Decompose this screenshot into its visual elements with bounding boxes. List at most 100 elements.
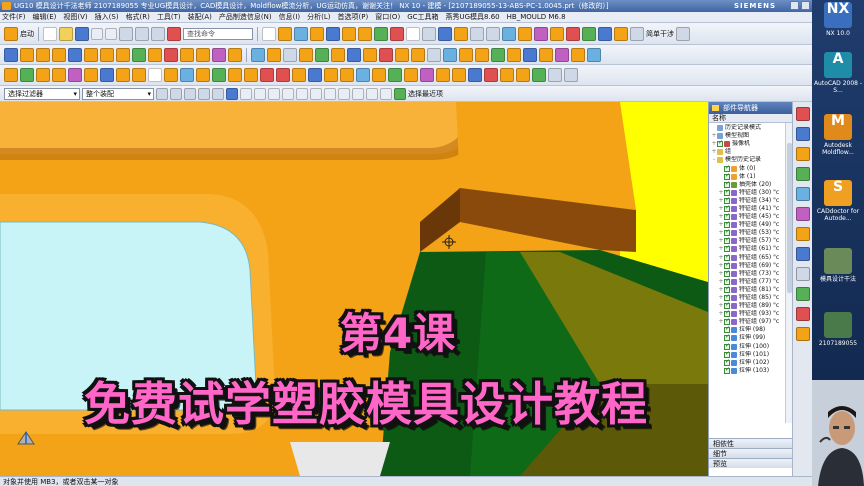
- simple-interference-label[interactable]: 简单干涉: [646, 29, 674, 39]
- datum-plane-icon[interactable]: [326, 26, 340, 41]
- delete-face-icon[interactable]: [347, 47, 361, 62]
- command-search-input[interactable]: 查找命令: [183, 27, 253, 40]
- visibility-checkbox[interactable]: [724, 221, 730, 229]
- trim-body-icon[interactable]: [390, 26, 404, 41]
- system-materials-icon[interactable]: [796, 267, 810, 281]
- visibility-checkbox[interactable]: [724, 254, 730, 261]
- hd3d-tools-icon[interactable]: [796, 307, 810, 321]
- tree-row[interactable]: +特征组 (73) "c: [709, 270, 792, 278]
- cone-icon[interactable]: [36, 47, 50, 62]
- sketch-icon[interactable]: [262, 26, 276, 41]
- grid-display-icon[interactable]: [548, 68, 562, 82]
- cube-red-icon[interactable]: [276, 68, 290, 82]
- grid-icon[interactable]: [486, 26, 500, 41]
- select-all-icon[interactable]: [170, 87, 182, 100]
- paste-icon[interactable]: [151, 26, 165, 41]
- fit-icon[interactable]: [244, 68, 258, 82]
- resize-blend-icon[interactable]: [379, 47, 393, 62]
- right-view-icon[interactable]: [356, 68, 370, 82]
- curve-snap-icon[interactable]: [282, 87, 294, 100]
- standard-parts-icon[interactable]: [614, 26, 628, 41]
- visibility-checkbox[interactable]: [724, 359, 730, 366]
- menu-item-3[interactable]: 插入(S): [95, 12, 119, 22]
- patch-icon[interactable]: [267, 47, 281, 62]
- rotate-icon[interactable]: [228, 68, 242, 82]
- visibility-checkbox[interactable]: [724, 334, 730, 342]
- arc-center-icon[interactable]: [324, 87, 336, 100]
- replace-face-icon[interactable]: [331, 47, 345, 62]
- show-icon[interactable]: [52, 68, 66, 82]
- slot-icon[interactable]: [116, 47, 130, 62]
- menu-item-13[interactable]: 燕秀UG模具8.60: [446, 12, 500, 22]
- isometric-icon[interactable]: [308, 68, 322, 82]
- tree-row[interactable]: + 组: [709, 148, 792, 156]
- face-analysis-icon[interactable]: [484, 68, 498, 82]
- tree-row[interactable]: +特征组 (93) "c: [709, 310, 792, 318]
- constraint-navigator-icon[interactable]: [796, 127, 810, 141]
- minimize-button[interactable]: [790, 1, 799, 10]
- visibility-checkbox[interactable]: [724, 213, 730, 221]
- boss-icon[interactable]: [68, 47, 82, 62]
- front-view-icon[interactable]: [324, 68, 338, 82]
- endpoint-snap-icon[interactable]: [240, 87, 252, 100]
- section-view-icon[interactable]: [164, 68, 178, 82]
- desktop-shortcut[interactable]: 模具设计干法: [812, 248, 864, 283]
- tree-row[interactable]: +特征组 (85) "c: [709, 294, 792, 302]
- object-display-icon[interactable]: [84, 68, 98, 82]
- visibility-checkbox[interactable]: [724, 197, 730, 204]
- split-body-icon[interactable]: [395, 47, 409, 62]
- visibility-checkbox[interactable]: [724, 237, 730, 245]
- translucency-icon[interactable]: [116, 68, 130, 82]
- start-label[interactable]: 启动: [20, 29, 34, 39]
- tree-row[interactable]: + 模型视图: [709, 132, 792, 140]
- tree-row[interactable]: 体 (0): [709, 164, 792, 172]
- visibility-checkbox[interactable]: [724, 181, 730, 188]
- pocket-icon[interactable]: [84, 47, 98, 62]
- menu-item-9[interactable]: 分析(L): [307, 12, 330, 22]
- part-navigator-icon[interactable]: [796, 147, 810, 161]
- wave-link-icon[interactable]: [571, 47, 585, 62]
- trim-sheet-icon[interactable]: [411, 47, 425, 62]
- visibility-checkbox[interactable]: [724, 294, 730, 302]
- point-on-curve-icon[interactable]: [380, 87, 392, 100]
- visibility-checkbox[interactable]: [724, 245, 730, 253]
- edit-feature-icon[interactable]: [4, 68, 18, 82]
- desktop-shortcut[interactable]: S CADdoctor for Autode...: [812, 180, 864, 222]
- trimetric-icon[interactable]: [292, 68, 306, 82]
- desktop-shortcut[interactable]: A AutoCAD 2008 - S...: [812, 52, 864, 94]
- intersect-icon[interactable]: [374, 26, 388, 41]
- view-icon[interactable]: [438, 26, 452, 41]
- extrude-icon[interactable]: [278, 26, 292, 41]
- start-icon[interactable]: [4, 26, 18, 41]
- selection-filter-dropdown[interactable]: 选择过滤器: [4, 87, 80, 100]
- electrode-icon[interactable]: [598, 26, 612, 41]
- tree-row[interactable]: +特征组 (49) "c: [709, 221, 792, 229]
- tree-row[interactable]: +特征组 (53) "c: [709, 229, 792, 237]
- history-icon[interactable]: [796, 207, 810, 221]
- scissors-icon[interactable]: [148, 68, 162, 82]
- deselect-icon[interactable]: [184, 87, 196, 100]
- cooling-icon[interactable]: [582, 26, 596, 41]
- visibility-checkbox[interactable]: [724, 351, 730, 358]
- pad-icon[interactable]: [100, 47, 114, 62]
- tree-row[interactable]: - 模型历史记录: [709, 156, 792, 164]
- chamfer-icon[interactable]: [180, 47, 194, 62]
- cube-select-icon[interactable]: [226, 87, 238, 100]
- visibility-checkbox[interactable]: [724, 310, 730, 318]
- desktop-shortcut[interactable]: 2107189055: [812, 312, 864, 347]
- intersection-snap-icon[interactable]: [310, 87, 322, 100]
- stop-icon[interactable]: [260, 68, 274, 82]
- menu-item-6[interactable]: 装配(A): [188, 12, 212, 22]
- light-icon[interactable]: [516, 68, 530, 82]
- sphere-icon[interactable]: [52, 47, 66, 62]
- visibility-checkbox[interactable]: [724, 278, 730, 285]
- revolve-icon[interactable]: [294, 26, 308, 41]
- left-view-icon[interactable]: [372, 68, 386, 82]
- undo-icon[interactable]: [91, 27, 103, 40]
- edge-blend-icon[interactable]: [164, 47, 178, 62]
- visibility-checkbox[interactable]: [724, 326, 730, 334]
- menu-item-1[interactable]: 编辑(E): [33, 12, 57, 22]
- tree-row[interactable]: 拉伸 (99): [709, 334, 792, 342]
- menu-item-4[interactable]: 格式(R): [126, 12, 150, 22]
- lasso-icon[interactable]: [198, 87, 210, 100]
